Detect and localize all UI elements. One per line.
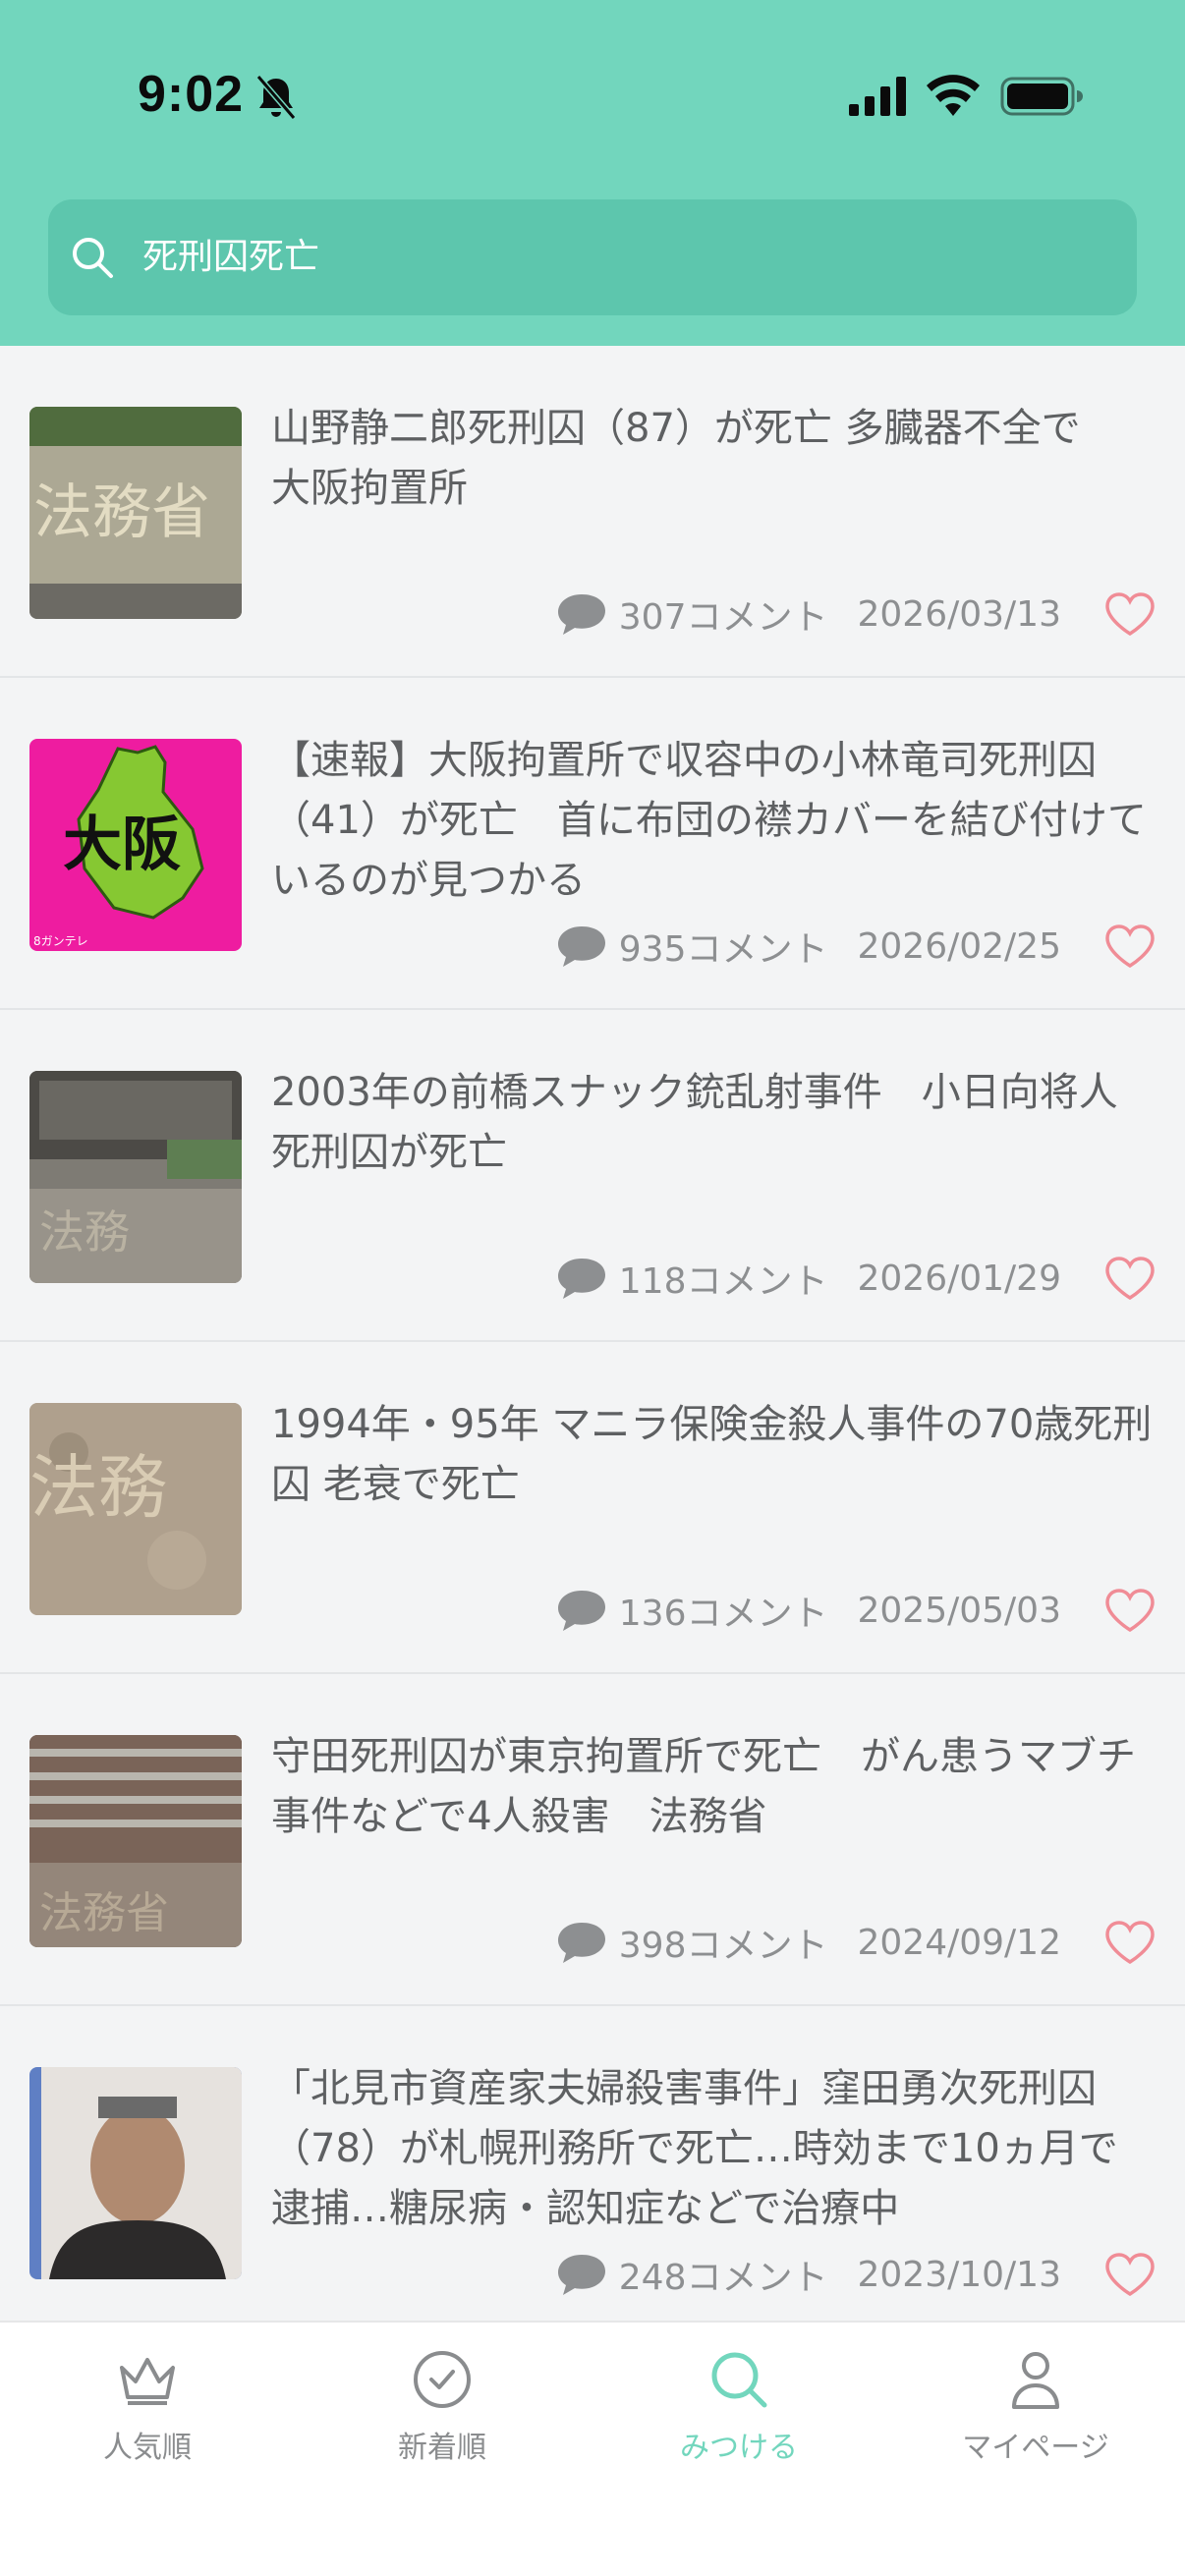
thumb-text: 法務 — [29, 1447, 167, 1528]
bell-muted-icon — [255, 75, 297, 120]
article-thumbnail: 法務省 — [29, 407, 242, 619]
article-item[interactable]: 法務省 守田死刑囚が東京拘置所で死亡 がん患うマブチ事件などで4人殺害 法務省 … — [0, 1674, 1185, 2006]
clock-icon — [414, 2351, 471, 2408]
thumb-text: 法務 — [39, 1205, 130, 1259]
tab-mypage[interactable]: マイページ — [918, 2348, 1154, 2476]
thumb-text: 大阪 — [63, 811, 181, 879]
article-title: 1994年・95年 マニラ保険金殺人事件の70歳死刑囚 老衰で死亡 — [271, 1402, 1153, 1507]
cellular-signal-icon — [849, 77, 906, 116]
comment-count: 307コメント — [618, 597, 828, 638]
tab-label: マイページ — [962, 2431, 1109, 2465]
search-icon — [711, 2352, 767, 2408]
article-thumbnail: 法務 — [29, 1403, 242, 1615]
article-date: 2026/03/13 — [857, 593, 1062, 635]
article-meta: 118コメント 2026/01/29 — [556, 1254, 1156, 1303]
search-icon — [73, 238, 113, 278]
article-date: 2023/10/13 — [857, 2254, 1062, 2295]
comment-icon — [557, 1591, 605, 1631]
search-input[interactable]: 死刑囚死亡 — [142, 235, 319, 280]
tab-bar: 人気順 新着順 みつける マイページ — [0, 2321, 1185, 2576]
heart-icon[interactable] — [1104, 2252, 1156, 2297]
tab-newest[interactable]: 新着順 — [324, 2348, 560, 2476]
article-item[interactable]: 法務 1994年・95年 マニラ保険金殺人事件の70歳死刑囚 老衰で死亡 136… — [0, 1342, 1185, 1674]
comment-icon — [557, 2255, 605, 2295]
header: 9:02 死刑囚死亡 — [0, 0, 1185, 346]
thumb-text: 法務省 — [39, 1888, 169, 1938]
thumb-small-text: 8ガンテレ — [33, 934, 88, 948]
article-date: 2025/05/03 — [857, 1590, 1062, 1631]
article-thumbnail: 法務省 — [29, 1735, 242, 1947]
article-meta: 935コメント 2026/02/25 — [556, 922, 1156, 971]
article-date: 2024/09/12 — [857, 1922, 1062, 1963]
wifi-icon — [927, 75, 980, 116]
comment-count: 398コメント — [618, 1926, 828, 1966]
status-bar: 9:02 — [0, 0, 1185, 177]
article-item[interactable]: 法務 2003年の前橋スナック銃乱射事件 小日向将人死刑囚が死亡 118コメント… — [0, 1010, 1185, 1342]
article-thumbnail: 大阪 8ガンテレ — [29, 739, 242, 951]
heart-icon[interactable] — [1104, 1588, 1156, 1633]
tab-popular[interactable]: 人気順 — [29, 2348, 265, 2476]
heart-icon[interactable] — [1104, 1256, 1156, 1301]
article-date: 2026/01/29 — [857, 1258, 1062, 1299]
comment-count: 118コメント — [618, 1261, 828, 1302]
tab-discover[interactable]: みつける — [621, 2348, 857, 2476]
person-icon — [1012, 2352, 1059, 2409]
article-date: 2026/02/25 — [857, 925, 1062, 967]
article-thumbnail — [29, 2067, 242, 2279]
comment-icon — [557, 594, 605, 635]
tab-label: 新着順 — [398, 2431, 486, 2465]
article-meta: 398コメント 2024/09/12 — [556, 1918, 1156, 1967]
article-title: 【速報】大阪拘置所で収容中の小林竜司死刑囚（41）が死亡 首に布団の襟カバーを結… — [271, 738, 1147, 903]
tab-label: 人気順 — [103, 2431, 192, 2465]
comment-count: 935コメント — [618, 929, 828, 970]
status-time: 9:02 — [138, 66, 245, 123]
comment-icon — [557, 1923, 605, 1963]
thumb-text: 法務省 — [33, 478, 210, 547]
comment-count: 248コメント — [618, 2258, 828, 2298]
comment-icon — [557, 926, 605, 967]
article-title: 守田死刑囚が東京拘置所で死亡 がん患うマブチ事件などで4人殺害 法務省 — [271, 1734, 1136, 1839]
heart-icon[interactable] — [1104, 1920, 1156, 1965]
search-bar[interactable]: 死刑囚死亡 — [48, 199, 1137, 315]
app-screen: 9:02 死刑囚死亡 法務省 山野静二郎死刑囚（87）が死亡 多臓器不全で 大阪… — [0, 0, 1185, 2576]
battery-icon — [1000, 77, 1083, 116]
comment-icon — [557, 1259, 605, 1299]
article-item[interactable]: 「北見市資産家夫婦殺害事件」窪田勇次死刑囚（78）が札幌刑務所で死亡…時効まで1… — [0, 2006, 1185, 2338]
article-item[interactable]: 法務省 山野静二郎死刑囚（87）が死亡 多臓器不全で 大阪拘置所 307コメント… — [0, 346, 1185, 678]
heart-icon[interactable] — [1104, 591, 1156, 637]
crown-icon — [120, 2358, 175, 2405]
article-title: 「北見市資産家夫婦殺害事件」窪田勇次死刑囚（78）が札幌刑務所で死亡…時効まで1… — [271, 2066, 1118, 2231]
article-meta: 307コメント 2026/03/13 — [556, 589, 1156, 639]
heart-icon[interactable] — [1104, 924, 1156, 969]
comment-count: 136コメント — [618, 1594, 828, 1634]
tab-label: みつける — [680, 2431, 798, 2465]
article-title: 山野静二郎死刑囚（87）が死亡 多臓器不全で 大阪拘置所 — [271, 406, 1120, 511]
article-meta: 248コメント 2023/10/13 — [556, 2250, 1156, 2299]
article-thumbnail: 法務 — [29, 1071, 242, 1283]
article-meta: 136コメント 2025/05/03 — [556, 1586, 1156, 1635]
article-list: 法務省 山野静二郎死刑囚（87）が死亡 多臓器不全で 大阪拘置所 307コメント… — [0, 346, 1185, 2338]
article-item[interactable]: 大阪 8ガンテレ 【速報】大阪拘置所で収容中の小林竜司死刑囚（41）が死亡 首に… — [0, 678, 1185, 1010]
article-title: 2003年の前橋スナック銃乱射事件 小日向将人死刑囚が死亡 — [271, 1070, 1118, 1175]
